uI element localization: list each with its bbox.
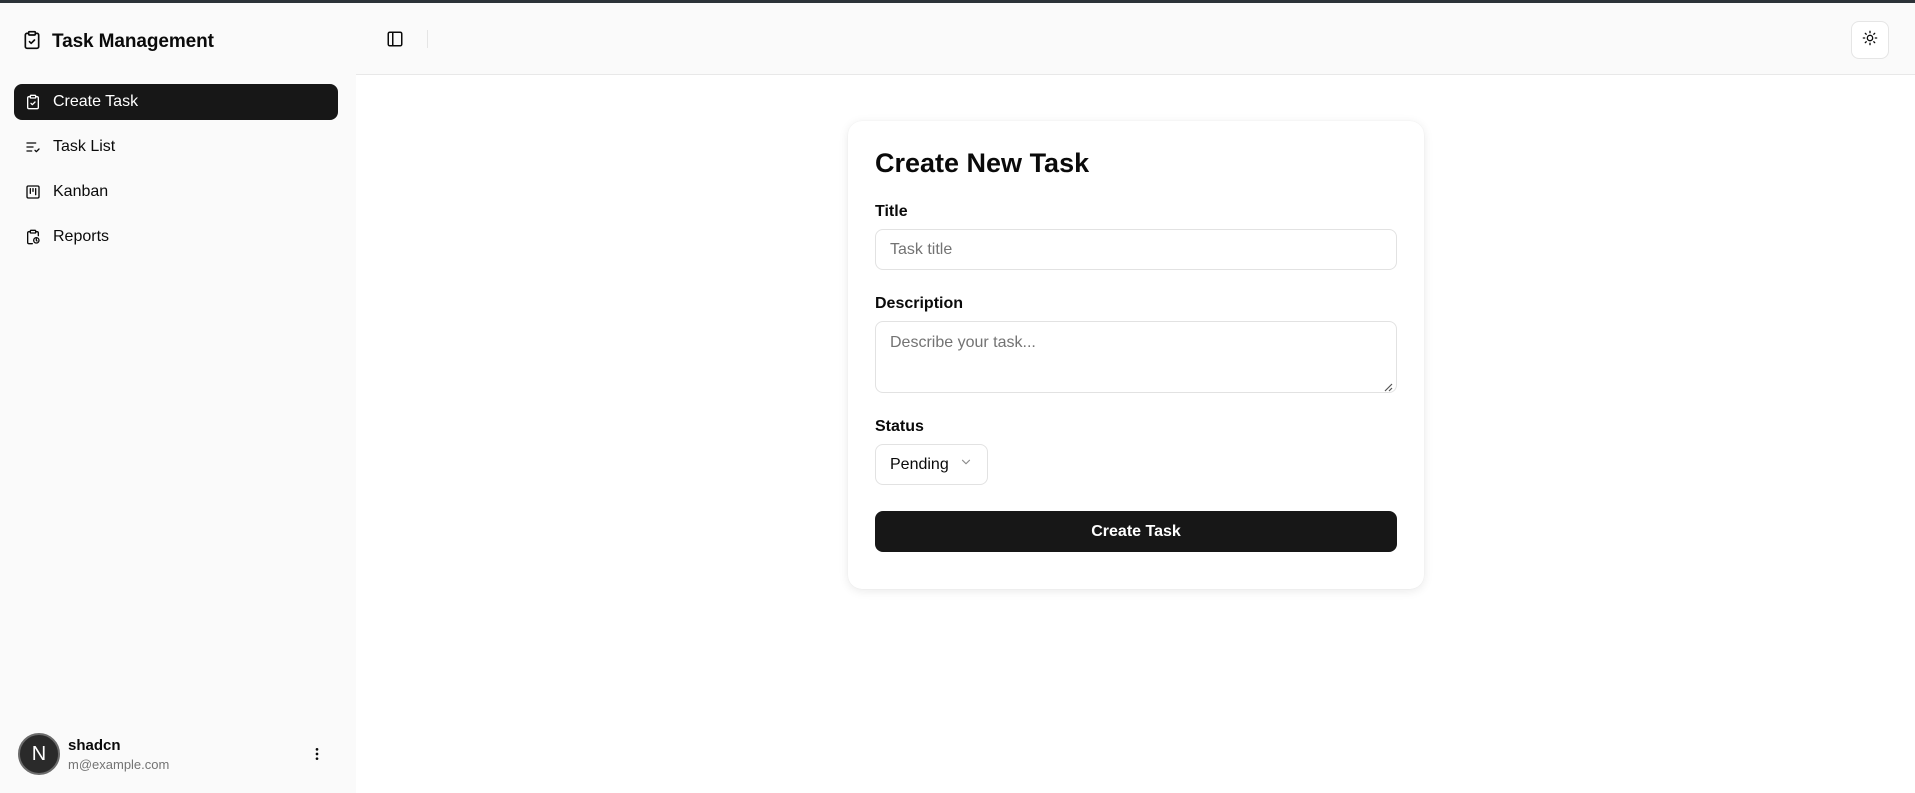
kanban-icon (24, 183, 42, 201)
list-check-icon (24, 138, 42, 156)
create-task-button[interactable]: Create Task (875, 511, 1397, 552)
user-profile[interactable]: N shadcn m@example.com (18, 732, 334, 776)
status-value: Pending (890, 455, 949, 473)
sidebar: Task Management Create Task Task List Ka… (0, 3, 356, 793)
main-content: Create New Task Title Task title Descrip… (356, 3, 1915, 793)
chevron-down-icon (959, 455, 973, 474)
clipboard-check-icon (24, 93, 42, 111)
top-header (356, 3, 1915, 75)
user-email: m@example.com (68, 756, 170, 772)
sun-icon (1862, 30, 1878, 51)
title-input[interactable]: Task title (875, 229, 1397, 270)
description-label: Description (875, 295, 964, 312)
status-select[interactable]: Pending (875, 444, 988, 485)
avatar: N (18, 733, 60, 775)
page-title: Create New Task (875, 148, 1090, 178)
brand[interactable]: Task Management (22, 28, 214, 56)
sidebar-item-task-list[interactable]: Task List (14, 129, 338, 165)
resize-handle-icon[interactable] (1383, 379, 1393, 392)
description-placeholder: Describe your task... (890, 334, 1036, 351)
sidebar-item-label: Task List (53, 138, 116, 155)
status-label: Status (875, 418, 924, 435)
create-task-card: Create New Task Title Task title Descrip… (848, 121, 1424, 589)
sidebar-item-label: Create Task (53, 93, 139, 110)
sidebar-toggle-icon[interactable] (384, 28, 406, 50)
clipboard-report-icon (24, 228, 42, 246)
user-info: shadcn m@example.com (68, 737, 169, 772)
sidebar-item-label: Reports (53, 228, 110, 245)
sidebar-nav: Create Task Task List Kanban Reports (14, 84, 338, 264)
sidebar-item-reports[interactable]: Reports (14, 219, 338, 255)
theme-toggle-button[interactable] (1851, 21, 1889, 59)
title-label: Title (875, 203, 908, 220)
header-divider (427, 30, 428, 48)
description-textarea[interactable]: Describe your task... (875, 321, 1397, 393)
sidebar-item-label: Kanban (53, 183, 109, 200)
sidebar-item-kanban[interactable]: Kanban (14, 174, 338, 210)
more-vertical-icon[interactable] (306, 740, 328, 768)
clipboard-check-icon (22, 30, 42, 55)
app-title: Task Management (52, 31, 214, 52)
user-name: shadcn (68, 736, 121, 754)
app-shell: Task Management Create Task Task List Ka… (0, 3, 1915, 793)
sidebar-item-create-task[interactable]: Create Task (14, 84, 338, 120)
